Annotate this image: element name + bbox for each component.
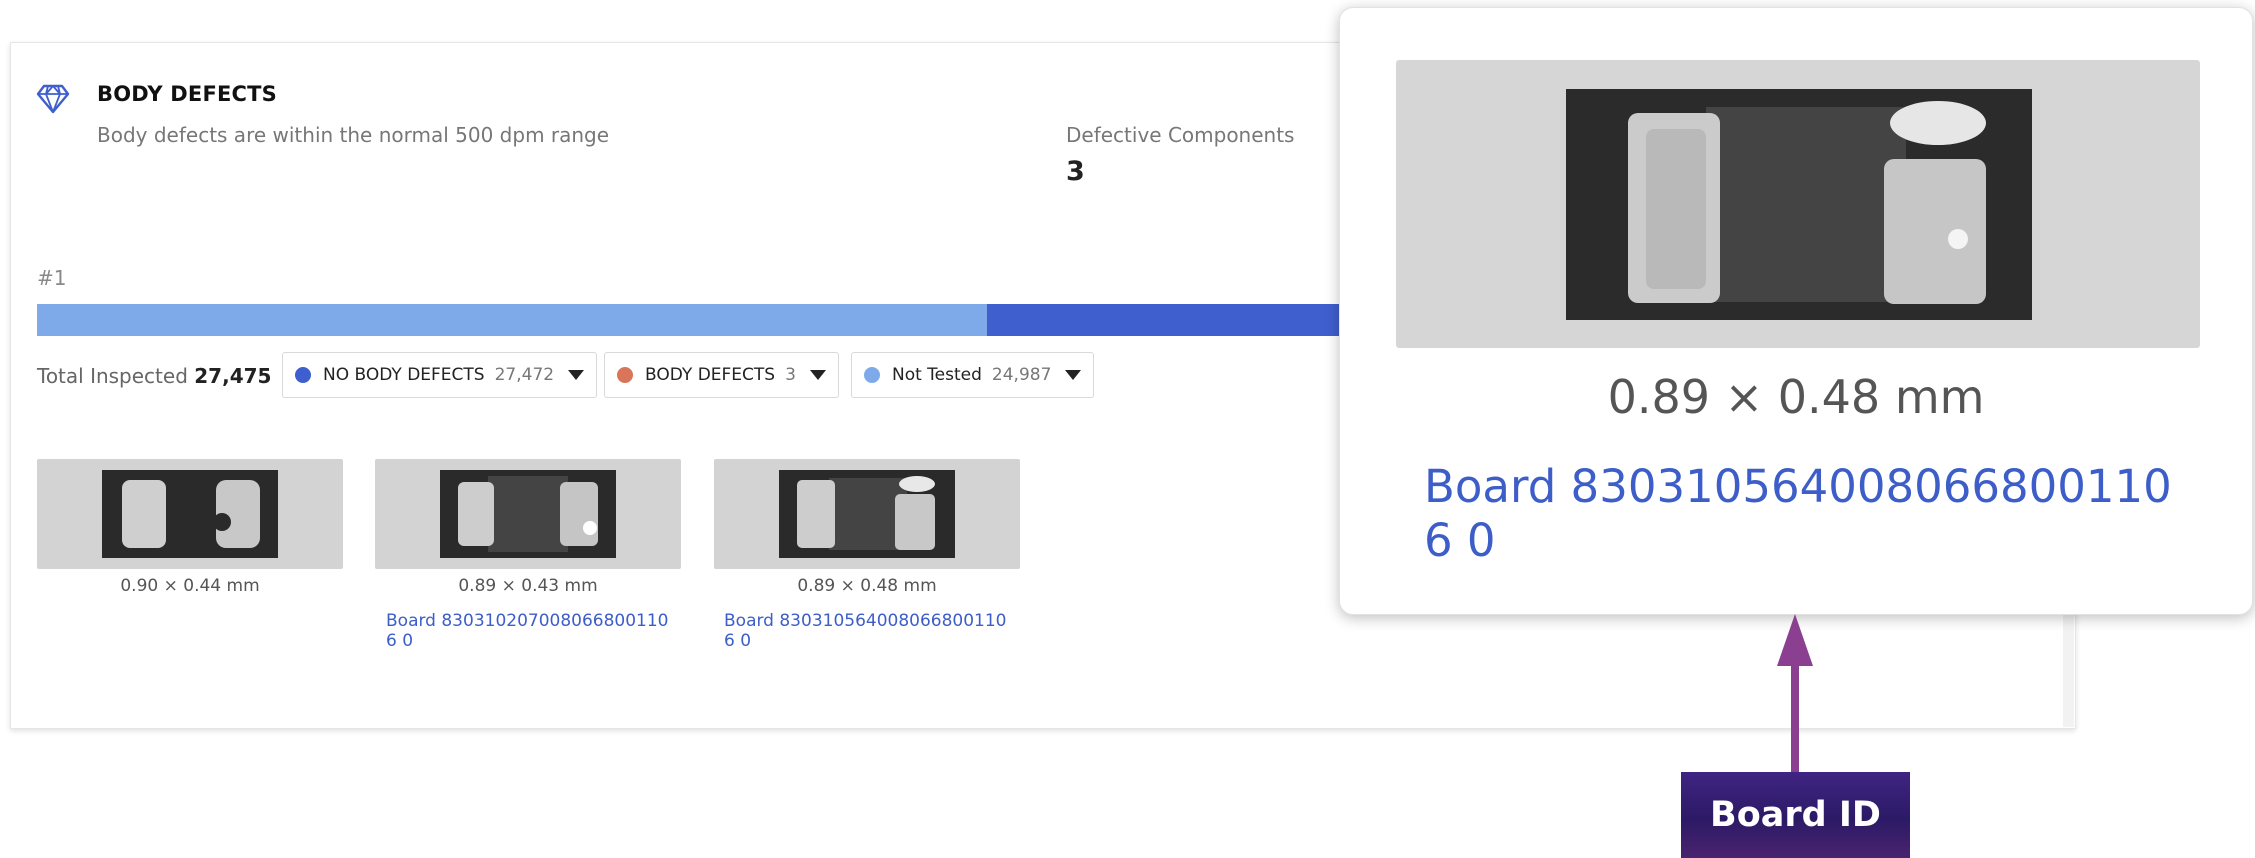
filter-label: Not Tested [892,365,982,385]
gem-icon [36,84,70,114]
component-image-large [1566,89,2032,320]
component-dimensions: 0.89 × 0.43 mm [458,576,598,596]
status-dot [617,367,633,383]
component-dimensions: 0.89 × 0.48 mm [797,576,937,596]
board-id-link[interactable]: Board 8303102070080668001106 0 [386,611,676,651]
caret-down-icon[interactable] [1065,370,1082,380]
defective-components-label: Defective Components [1066,123,1295,147]
filter-count: 27,472 [494,365,555,385]
component-thumbnail[interactable] [375,459,681,569]
caret-down-icon[interactable] [568,370,585,380]
section-subtitle: Body defects are within the normal 500 d… [97,123,610,147]
defective-components-value: 3 [1066,156,1085,187]
progress-segment-not-tested [37,304,987,336]
status-dot [864,367,880,383]
section-title: BODY DEFECTS [97,82,278,106]
popup-board-id[interactable]: Board 8303105640080668001106 0 [1424,460,2194,568]
component-thumbnail[interactable] [714,459,1020,569]
inspection-progress-bar [37,304,1347,336]
filter-label: NO BODY DEFECTS [323,365,485,385]
component-image [779,470,955,558]
total-inspected-value: 27,475 [194,364,272,388]
component-dimensions: 0.90 × 0.44 mm [120,576,260,596]
filter-no-body-defects[interactable]: NO BODY DEFECTS 27,472 [282,352,598,398]
caret-down-icon[interactable] [809,370,826,380]
total-inspected: Total Inspected 27,475 [37,364,271,388]
component-image [102,470,278,558]
progress-segment-no-defects [986,304,1347,336]
filter-count: 24,987 [991,365,1052,385]
board-id-callout: Board ID [1681,772,1910,858]
popup-image-frame [1396,60,2200,348]
filter-body-defects[interactable]: BODY DEFECTS 3 [604,352,839,398]
arrow-up-icon [1777,614,1813,777]
filter-not-tested[interactable]: Not Tested 24,987 [851,352,1095,398]
board-id-link[interactable]: Board 8303105640080668001106 0 [724,611,1014,651]
status-dot [295,367,311,383]
popup-dimensions: 0.89 × 0.48 mm [1607,370,1985,424]
filter-label: BODY DEFECTS [645,365,776,385]
filter-count: 3 [785,365,796,385]
component-image [440,470,616,558]
component-thumbnail[interactable] [37,459,343,569]
total-inspected-label: Total Inspected [37,364,188,388]
rank-label: #1 [37,266,67,290]
component-detail-popup: 0.89 × 0.48 mm Board 8303105640080668001… [1339,7,2253,615]
